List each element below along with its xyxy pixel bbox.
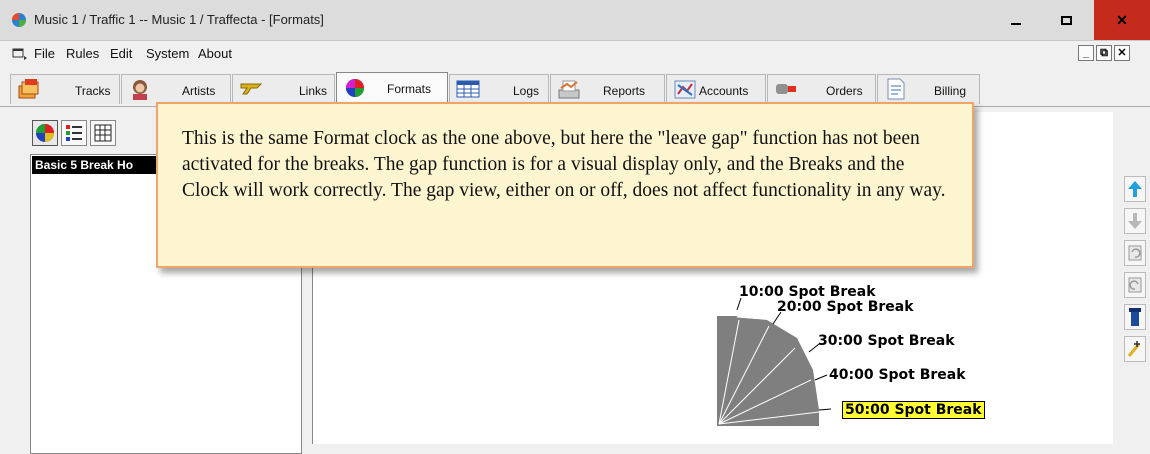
maximize-icon: [1060, 15, 1072, 25]
menu-about[interactable]: About: [198, 46, 232, 61]
break-label-selected[interactable]: 50:00 Spot Break: [842, 401, 985, 419]
callout-text: This is the same Format clock as the one…: [182, 128, 946, 201]
grid-view-button[interactable]: [90, 120, 116, 146]
mdi-minimize-button[interactable]: _: [1078, 45, 1094, 61]
grid-view-icon: [94, 124, 112, 142]
orders-icon: [776, 84, 796, 94]
mdi-restore-button[interactable]: ⧉: [1096, 45, 1112, 61]
tracks-icon: [18, 79, 39, 99]
billing-icon: [887, 78, 905, 100]
close-button[interactable]: ✕: [1094, 0, 1150, 40]
tab-artists-label: Artists: [182, 84, 216, 98]
tab-accounts-label: Accounts: [699, 84, 749, 98]
insert-icon: [1129, 308, 1141, 326]
app-globe-icon: [12, 13, 26, 27]
tab-tracks-label: Tracks: [75, 84, 111, 98]
break-label[interactable]: 10:00 Spot Break: [739, 284, 876, 300]
tab-billing[interactable]: Billing: [877, 74, 980, 104]
tab-logs-label: Logs: [513, 84, 540, 98]
menu-edit[interactable]: Edit: [110, 46, 132, 61]
minimize-button[interactable]: [993, 0, 1039, 40]
list-view-button[interactable]: [61, 120, 87, 146]
menu-system[interactable]: System: [146, 46, 189, 61]
tab-orders[interactable]: Orders: [767, 74, 876, 104]
move-up-button[interactable]: [1124, 176, 1146, 202]
add-new-button[interactable]: [1124, 336, 1146, 362]
tab-links-label: Links: [299, 84, 328, 98]
list-view-icon: [66, 125, 82, 141]
list-item[interactable]: Basic 5 Break Ho: [32, 156, 161, 174]
move-down-button[interactable]: [1124, 208, 1146, 234]
clock-view-icon: [36, 124, 54, 142]
tab-formats-label: Formats: [387, 82, 432, 96]
undo-icon: [1128, 245, 1142, 261]
move-up-icon: [1128, 181, 1142, 197]
tab-reports[interactable]: Reports: [550, 74, 665, 104]
maximize-button[interactable]: [1043, 0, 1089, 40]
tab-accounts[interactable]: Accounts: [666, 74, 766, 104]
title-bar: Music 1 / Traffic 1 -- Music 1 / Traffec…: [0, 0, 1150, 41]
window-title: Music 1 / Traffic 1 -- Music 1 / Traffec…: [34, 12, 324, 27]
close-icon: ✕: [1116, 11, 1128, 28]
add-new-icon: [1127, 341, 1141, 357]
break-label[interactable]: 20:00 Spot Break: [777, 299, 914, 315]
mdi-window-icon[interactable]: [12, 48, 28, 60]
redo-button[interactable]: [1124, 272, 1146, 298]
accounts-icon: [674, 80, 696, 99]
clock-edit-toolbar: [1120, 112, 1150, 444]
reports-icon: [558, 80, 580, 99]
redo-icon: [1128, 277, 1142, 293]
tab-formats[interactable]: Formats: [336, 72, 448, 105]
formats-clock-icon: [346, 79, 364, 97]
clock-view-button[interactable]: [32, 120, 58, 146]
menu-file[interactable]: File: [34, 46, 55, 61]
links-icon: [240, 83, 263, 95]
tab-billing-label: Billing: [934, 84, 967, 98]
menu-bar: File Rules Edit System About _ ⧉ ✕: [0, 41, 1150, 67]
tab-orders-label: Orders: [826, 84, 863, 98]
insert-button[interactable]: [1124, 304, 1146, 330]
tab-logs[interactable]: Logs: [449, 74, 549, 104]
break-label[interactable]: 30:00 Spot Break: [818, 333, 955, 349]
break-label[interactable]: 40:00 Spot Break: [829, 367, 966, 383]
annotation-callout: This is the same Format clock as the one…: [156, 102, 974, 268]
artists-icon: [133, 80, 147, 100]
minimize-icon: [1011, 23, 1021, 25]
logs-icon: [456, 80, 480, 98]
tab-tracks[interactable]: Tracks: [10, 74, 120, 104]
menu-rules[interactable]: Rules: [66, 46, 99, 61]
undo-button[interactable]: [1124, 240, 1146, 266]
mdi-close-button[interactable]: ✕: [1114, 45, 1130, 61]
tab-reports-label: Reports: [603, 84, 646, 98]
move-down-icon: [1128, 213, 1142, 229]
tab-artists[interactable]: Artists: [121, 74, 231, 104]
tab-links[interactable]: Links: [232, 74, 335, 104]
